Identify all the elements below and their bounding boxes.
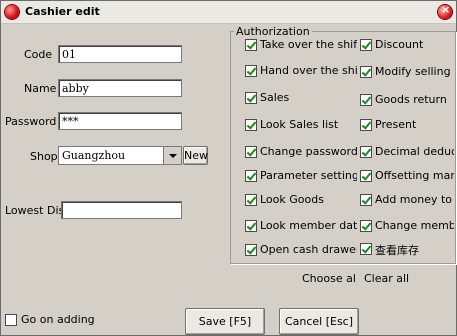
- perm-goods-return[interactable]: Goods return: [360, 93, 454, 108]
- cancel-button[interactable]: Cancel [Esc]: [279, 308, 359, 335]
- checkbox[interactable]: [360, 119, 372, 131]
- checkbox[interactable]: [245, 119, 257, 131]
- lowest-discount-field[interactable]: [61, 201, 182, 219]
- perm-hand-over-shift[interactable]: Hand over the shift: [245, 64, 357, 79]
- perm-sales[interactable]: Sales: [245, 91, 357, 106]
- cashier-edit-window: Cashier edit Code 01 Name abby Password …: [0, 0, 457, 336]
- checkbox[interactable]: [360, 170, 372, 182]
- authorization-left-column: Take over the shift Hand over the shift …: [245, 39, 357, 261]
- perm-parameter-setting[interactable]: Parameter setting: [245, 169, 357, 184]
- shop-label: Shop: [30, 150, 58, 163]
- checkbox[interactable]: [360, 39, 372, 51]
- password-label: Password: [5, 115, 57, 128]
- checkbox[interactable]: [360, 194, 372, 206]
- perm-present[interactable]: Present: [360, 118, 454, 133]
- save-button[interactable]: Save [F5]: [185, 308, 265, 335]
- shop-select-value: Guangzhou: [62, 149, 126, 162]
- new-shop-button[interactable]: New: [183, 146, 208, 165]
- checkbox[interactable]: [5, 314, 17, 326]
- authorization-right-column: Discount Modify selling pric Goods retur…: [360, 39, 454, 261]
- checkbox[interactable]: [245, 65, 257, 77]
- checkbox[interactable]: [360, 146, 372, 158]
- perm-view-inventory[interactable]: 查看库存: [360, 243, 454, 257]
- perm-take-over-shift[interactable]: Take over the shift: [245, 39, 357, 53]
- checkbox[interactable]: [245, 244, 257, 256]
- checkbox[interactable]: [245, 92, 257, 104]
- shop-select[interactable]: Guangzhou: [58, 146, 182, 165]
- perm-look-member-data[interactable]: Look member data: [245, 219, 357, 234]
- name-field[interactable]: abby: [58, 79, 182, 97]
- perm-modify-selling-price[interactable]: Modify selling pric: [360, 65, 454, 80]
- code-label: Code: [24, 48, 53, 61]
- checkbox[interactable]: [245, 146, 257, 158]
- checkbox[interactable]: [360, 94, 372, 106]
- password-field[interactable]: ***: [58, 112, 182, 130]
- close-icon[interactable]: [438, 3, 452, 19]
- window-title: Cashier edit: [25, 5, 100, 18]
- clear-all-link[interactable]: Clear all: [364, 272, 409, 285]
- title-bar: Cashier edit: [1, 1, 456, 24]
- chevron-down-icon[interactable]: [163, 147, 181, 164]
- checkbox[interactable]: [360, 66, 372, 78]
- perm-add-money-to-member[interactable]: Add money to me: [360, 193, 454, 208]
- checkbox[interactable]: [245, 170, 257, 182]
- perm-change-member[interactable]: Change member: [360, 219, 454, 234]
- name-label: Name: [24, 82, 57, 95]
- perm-decimal-deduction[interactable]: Decimal deductio: [360, 145, 454, 160]
- checkbox[interactable]: [245, 39, 257, 51]
- checkbox[interactable]: [360, 243, 372, 255]
- choose-all-link[interactable]: Choose al: [302, 272, 356, 285]
- perm-discount[interactable]: Discount: [360, 39, 454, 53]
- checkbox[interactable]: [245, 220, 257, 232]
- perm-look-sales-list[interactable]: Look Sales list: [245, 118, 357, 133]
- checkbox[interactable]: [245, 194, 257, 206]
- perm-look-goods[interactable]: Look Goods: [245, 193, 357, 208]
- app-icon: [5, 5, 19, 19]
- code-field[interactable]: 01: [58, 45, 182, 63]
- checkbox[interactable]: [360, 220, 372, 232]
- perm-change-password[interactable]: Change password: [245, 145, 357, 160]
- authorization-legend: Authorization: [234, 25, 312, 38]
- perm-offsetting-mark[interactable]: Offsetting mark: [360, 169, 454, 184]
- perm-open-cash-drawer[interactable]: Open cash drawer: [245, 243, 357, 258]
- go-on-adding-checkbox[interactable]: Go on adding: [5, 313, 95, 328]
